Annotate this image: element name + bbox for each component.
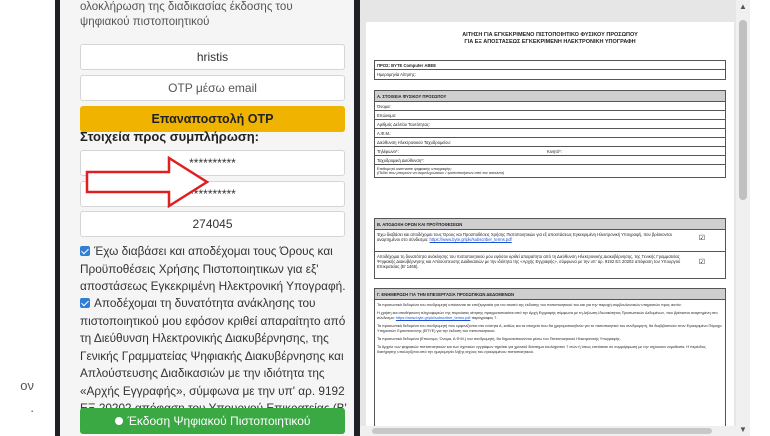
fragment-text-1: ον [20,378,34,393]
section-b-header: Β. ΑΠΟΔΟΧΗ ΟΡΩΝ ΚΑΙ ΠΡΟΫΠΟΘΕΣΕΩΝ [375,219,725,230]
section-c-table: Γ. ΕΝΗΜΕΡΩΣΗ ΓΙΑ ΤΗΝ ΕΠΕΞΕΡΓΑΣΙΑ ΠΡΟΣΩΠΙ… [374,288,726,436]
field-row: Διεύθυνση Ηλεκτρονικού Ταχυδρομείου: [375,138,725,147]
section-label: Στοιχεία προς συμπλήρωση: [80,129,259,144]
right-page-strip [750,0,770,436]
fragment-text-2: . [30,400,34,415]
terms-checkbox[interactable] [80,246,90,256]
section-b-table: Β. ΑΠΟΔΟΧΗ ΟΡΩΝ ΚΑΙ ΠΡΟΫΠΟΘΕΣΕΩΝ Έχω δια… [374,218,726,279]
checkbox-checked-icon: ☑ [698,259,705,266]
username-note: (Πεδίο που μπορούν να συμπληρώσουν / τρο… [377,171,505,175]
username-field[interactable]: hristis [80,44,345,70]
vertical-scrollbar[interactable]: ▲ ▼ [736,0,750,436]
phone-label: Τηλέφωνο*: [377,148,399,154]
issue-certificate-button[interactable]: Έκδοση Ψηφιακού Πιστοποιητικού [80,408,345,434]
section-a-header: Α. ΣΤΟΙΧΕΙΑ ΦΥΣΙΚΟΥ ΠΡΟΣΩΠΟΥ [375,91,725,102]
intro-text: ολοκλήρωση της διαδικασίας έκδοσης του ψ… [80,1,293,28]
title-line-1: ΑΙΤΗΣΗ ΓΙΑ ΕΓΚΕΚΡΙΜΕΝΟ ΠΙΣΤΟΠΟΙΗΤΙΚΟ ΦΥΣ… [462,32,638,38]
section-a-table: Α. ΣΤΟΙΧΕΙΑ ΦΥΣΙΚΟΥ ΠΡΟΣΩΠΟΥ Όνομα: Επών… [374,90,726,178]
privacy-paragraph: Η χρήση και αποθήκευση πληροφοριών της π… [377,311,723,321]
otp-email-field[interactable]: OTP μέσω email [80,75,345,101]
field-row: Επώνυμο: [375,111,725,120]
to-row: ΠΡΟΣ: BYTE Computer ΑΒΕΕ [375,61,725,70]
title-line-2: ΓΙΑ ΕΞ ΑΠΟΣΤΑΣΕΩΣ ΕΓΚΕΚΡΙΜΕΝΗ ΗΛΕΚΤΡΟΝΙΚ… [464,39,636,45]
privacy-paragraph-tail: παράγραφος 7. [471,316,498,320]
privacy-paragraph: Τα προσωπικά δεδομένα (Επώνυμο, Όνομα, Α… [377,337,621,341]
field-row: Όνομα: [375,102,725,111]
document-viewer[interactable]: ΑΙΤΗΣΗ ΓΙΑ ΕΓΚΕΚΡΙΜΕΝΟ ΠΙΣΤΟΠΟΙΗΤΙΚΟ ΦΥΣ… [360,0,740,436]
revocation-checkbox[interactable] [80,298,90,308]
document-page: ΑΙΤΗΣΗ ΓΙΑ ΕΓΚΕΚΡΙΜΕΝΟ ΠΙΣΤΟΠΟΙΗΤΙΚΟ ΦΥΣ… [366,22,734,436]
scroll-thumb[interactable] [739,20,747,200]
privacy-paragraph: Τα προσωπικά δεδομένα του συνδρομητή που… [377,324,722,333]
circle-icon [114,417,123,425]
privacy-paragraph: Τα προσωπικά δεδομένα του συνδρομητή υπό… [377,303,682,307]
privacy-link[interactable]: https://www.byte.gr/pki/subscriber_terms… [396,316,471,320]
revocation-row-text: Αποδέχομαι τη δυνατότητα ανάκλησης του π… [377,254,681,269]
section-c-header: Γ. ΕΝΗΜΕΡΩΣΗ ΓΙΑ ΤΗΝ ΕΠΕΞΕΡΓΑΣΙΑ ΠΡΟΣΩΠΙ… [375,289,725,300]
horizontal-scrollbar[interactable] [360,426,736,436]
phone-row: Τηλέφωνο*: Κινητό*: [375,147,725,156]
mobile-label: Κινητό*: [547,148,562,154]
document-title: ΑΙΤΗΣΗ ΓΙΑ ΕΓΚΕΚΡΙΜΕΝΟ ΠΙΣΤΟΠΟΙΗΤΙΚΟ ΦΥΣ… [366,32,734,46]
scroll-down-icon[interactable]: ▼ [739,425,747,434]
privacy-text-block: Τα προσωπικά δεδομένα του συνδρομητή υπό… [375,300,725,436]
red-arrow-icon [85,155,210,209]
terms-row-text: Έχω διαβάσει και αποδέχομαι τους Όρους κ… [377,232,672,242]
recipient-table: ΠΡΟΣ: BYTE Computer ΑΒΕΕ Ημερομηνία Αίτη… [374,60,726,80]
privacy-paragraph: Το Αρχείο των ψηφιακών πιστοποιητικών κα… [377,345,706,354]
terms-row: Έχω διαβάσει και αποδέχομαι τους Όρους κ… [375,230,725,252]
terms-checkbox-row[interactable]: Έχω διαβάσει και αποδέχομαι τους Όρους κ… [80,243,350,296]
terms-link[interactable]: https://www.byte.gr/pki/subscriber_terms… [430,237,512,242]
otp-code-field[interactable]: 274045 [80,211,345,237]
field-row: Αριθμός Δελτίου Ταυτότητας: [375,120,725,129]
horizontal-scroll-thumb[interactable] [372,428,712,434]
issue-button-label: Έκδοση Ψηφιακού Πιστοποιητικού [127,414,311,428]
scroll-up-icon[interactable]: ▲ [739,2,747,11]
date-row: Ημερομηνία Αίτησης: [377,72,416,77]
username-row: Επιθυμητό username ψηφιακής υπογραφής: (… [375,165,725,177]
field-row: Α.Φ.Μ.: [375,129,725,138]
certificate-form-panel: ολοκλήρωση της διαδικασίας έκδοσης του ψ… [60,0,354,436]
revocation-row: Αποδέχομαι τη δυνατότητα ανάκλησης του π… [375,252,725,278]
checkbox-checked-icon: ☑ [698,235,705,242]
postal-row: Ταχυδρομική Διεύθυνση*: [375,156,725,165]
terms-text: Έχω διαβάσει και αποδέχομαι τους Όρους κ… [80,244,346,293]
